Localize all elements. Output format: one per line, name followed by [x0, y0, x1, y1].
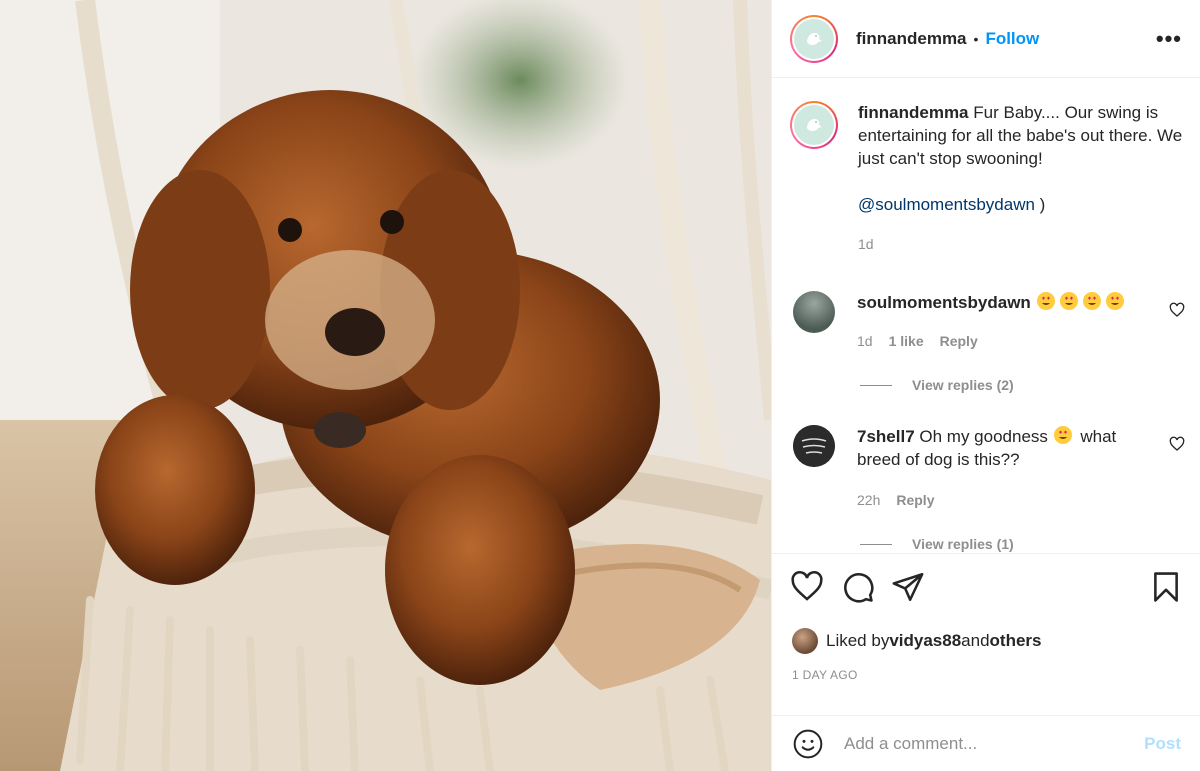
post-actions: Liked by vidyas88 and others 1 DAY AGO — [772, 553, 1200, 715]
bird-logo-icon — [807, 32, 822, 45]
likes-middle: and — [961, 631, 990, 650]
caption-mention-suffix: ) — [1034, 195, 1046, 214]
comment-meta: 22h Reply — [857, 492, 934, 508]
smile-icon[interactable] — [792, 728, 824, 760]
author-username[interactable]: finnandemma — [856, 29, 967, 49]
comment-item: soulmomentsbydawn — [793, 291, 1157, 333]
caption-avatar[interactable] — [790, 101, 838, 149]
comment-input[interactable]: Add a comment... — [844, 734, 1144, 754]
comment-text-1: Oh my goodness — [914, 427, 1053, 446]
likes-others-link[interactable]: others — [990, 631, 1042, 651]
post-header: finnandemma • Follow ••• — [772, 0, 1200, 78]
caption-time[interactable]: 1d — [858, 236, 874, 252]
view-replies-button[interactable]: View replies (1) — [860, 536, 1014, 552]
follow-button[interactable]: Follow — [985, 29, 1039, 49]
heart-eyes-emoji — [1053, 426, 1072, 444]
commenter-avatar[interactable] — [793, 425, 835, 467]
view-replies-label: View replies (1) — [912, 536, 1014, 552]
comment-username[interactable]: 7shell7 — [857, 427, 915, 446]
dog-in-swing-illustration — [0, 0, 771, 771]
reply-button[interactable]: Reply — [940, 333, 978, 349]
comment-likes[interactable]: 1 like — [889, 333, 924, 349]
instagram-post: finnandemma • Follow ••• finnandemma Fur… — [0, 0, 1200, 771]
comment-time[interactable]: 1d — [857, 333, 873, 349]
action-bar — [790, 570, 1183, 604]
comment-meta: 1d 1 like Reply — [857, 333, 978, 349]
liker-avatar[interactable] — [792, 628, 818, 654]
bird-logo-icon — [807, 118, 822, 131]
caption-username[interactable]: finnandemma — [858, 103, 969, 122]
comment-body: 7shell7 Oh my goodness what breed of dog… — [857, 425, 1157, 471]
share-icon[interactable] — [891, 570, 925, 604]
bookmark-icon[interactable] — [1149, 570, 1183, 604]
replies-divider — [860, 543, 892, 545]
view-replies-button[interactable]: View replies (2) — [860, 377, 1014, 393]
commenter-avatar[interactable] — [793, 291, 835, 333]
post-photo[interactable] — [0, 0, 771, 771]
caption-text: finnandemma Fur Baby.... Our swing is en… — [858, 101, 1188, 256]
likes-summary: Liked by vidyas88 and others — [792, 628, 1042, 654]
post-caption: finnandemma Fur Baby.... Our swing is en… — [790, 101, 1188, 256]
separator-dot: • — [973, 30, 979, 47]
post-comment-button[interactable]: Post — [1144, 734, 1181, 754]
post-timestamp[interactable]: 1 DAY AGO — [792, 668, 858, 682]
heart-eyes-emoji — [1036, 292, 1128, 312]
more-options-icon[interactable]: ••• — [1156, 26, 1182, 52]
comment-body: soulmomentsbydawn — [857, 291, 1157, 333]
comment-item: 7shell7 Oh my goodness what breed of dog… — [793, 425, 1157, 471]
post-sidebar: finnandemma • Follow ••• finnandemma Fur… — [771, 0, 1200, 771]
add-comment-bar: Add a comment... Post — [772, 715, 1200, 771]
chalkboard-avatar-icon — [793, 425, 835, 467]
comment-like-heart-icon[interactable] — [1169, 302, 1185, 318]
replies-divider — [860, 384, 892, 386]
comments-list[interactable]: finnandemma Fur Baby.... Our swing is en… — [772, 79, 1200, 553]
reply-button[interactable]: Reply — [896, 492, 934, 508]
comment-like-heart-icon[interactable] — [1169, 436, 1185, 452]
likes-prefix: Liked by — [826, 631, 890, 650]
heart-icon[interactable] — [790, 570, 824, 604]
comment-time[interactable]: 22h — [857, 492, 880, 508]
liker-username[interactable]: vidyas88 — [889, 631, 961, 651]
comment-icon[interactable] — [841, 570, 875, 604]
comment-username[interactable]: soulmomentsbydawn — [857, 293, 1031, 312]
view-replies-label: View replies (2) — [912, 377, 1014, 393]
caption-mention[interactable]: @soulmomentsbydawn — [858, 195, 1035, 214]
author-avatar[interactable] — [790, 14, 838, 63]
